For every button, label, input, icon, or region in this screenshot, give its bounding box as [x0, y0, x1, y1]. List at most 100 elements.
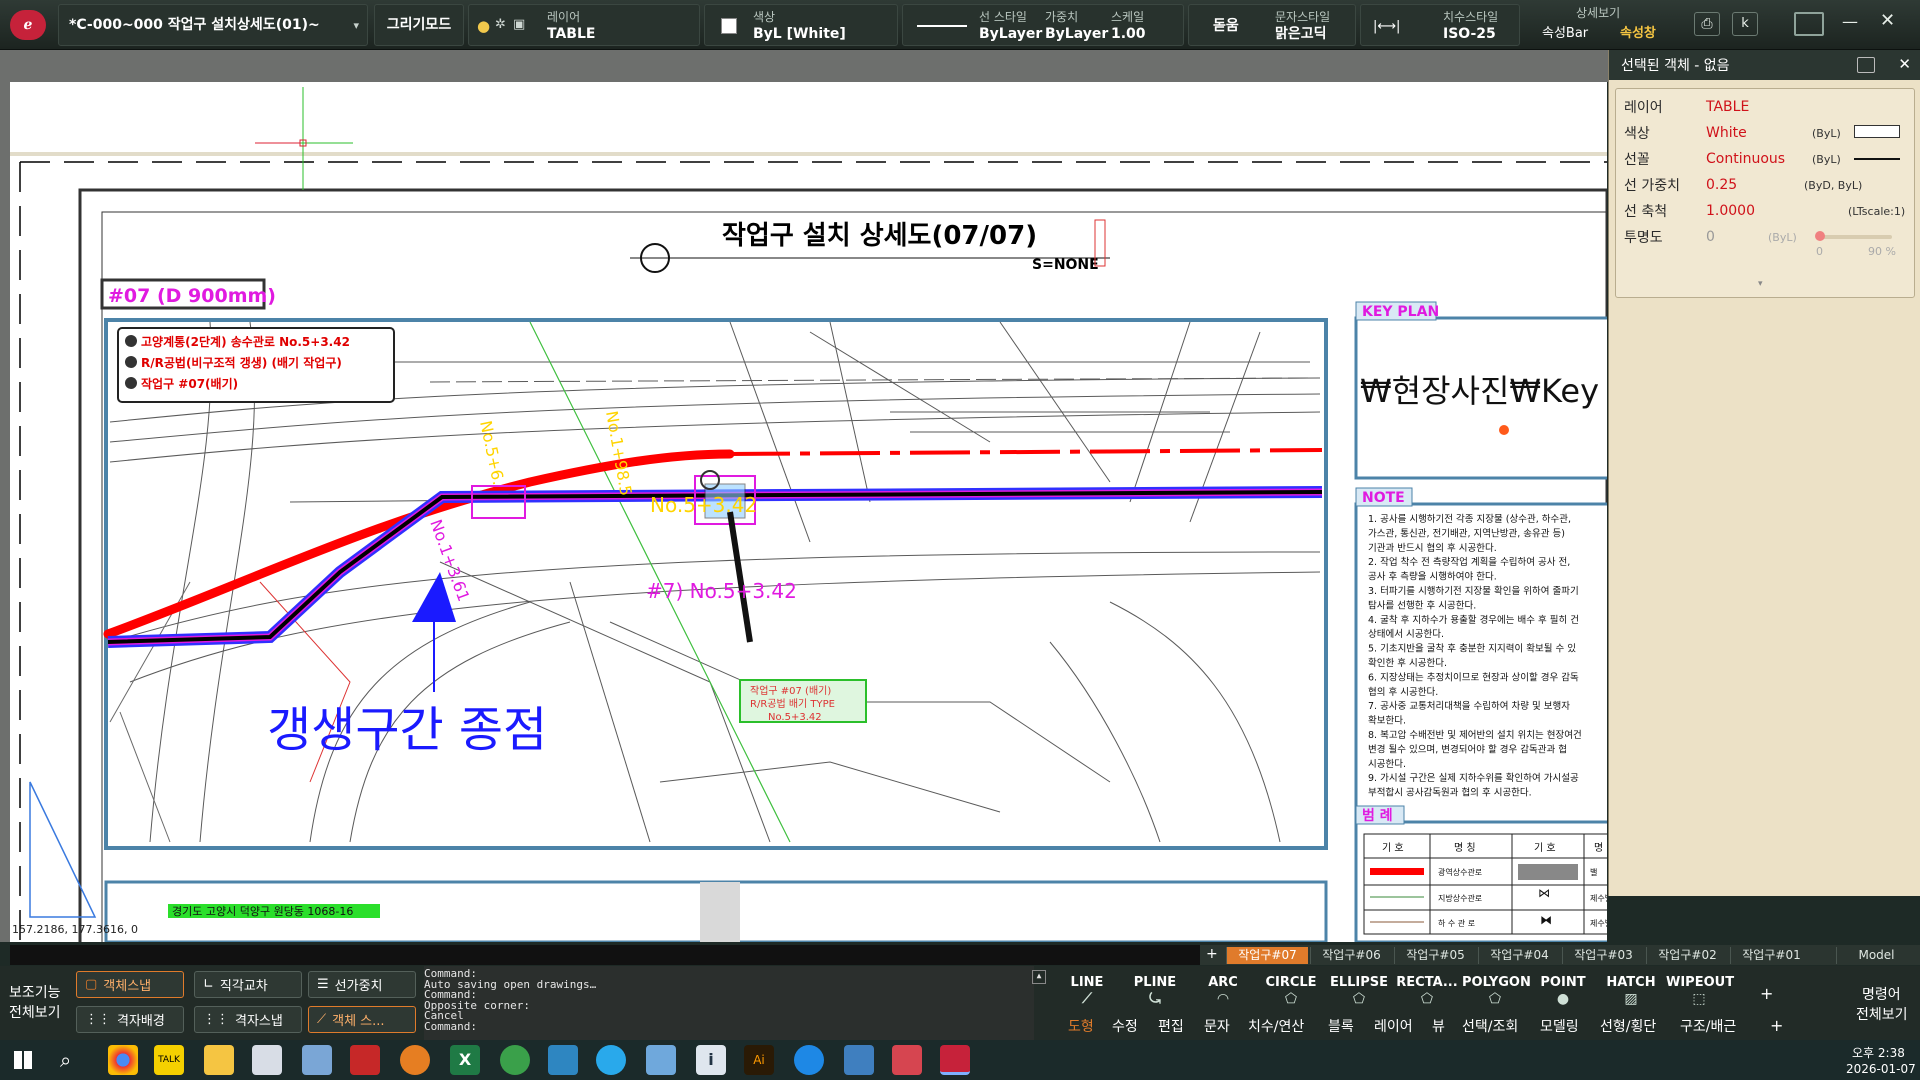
- draw-mode-button[interactable]: 그리기모드: [374, 4, 464, 46]
- screen-icon[interactable]: [1794, 12, 1824, 36]
- command-log[interactable]: Command: Auto saving open drawings… Comm…: [424, 966, 1046, 1040]
- clock-time[interactable]: 오후 2:38: [1852, 1044, 1905, 1061]
- drawing-canvas[interactable]: 작업구 설치 상세도(07/07) S=NONE #07 (D 900mm) N…: [10, 82, 1648, 953]
- key-plan-text: ₩현장사진₩Key: [1360, 372, 1599, 410]
- q-app-icon[interactable]: [500, 1045, 530, 1075]
- category-tab-draw[interactable]: 도형: [1068, 1016, 1094, 1038]
- text-style-selector[interactable]: 돋움 문자스타일 맑은고딕: [1188, 4, 1356, 46]
- close-panel-icon[interactable]: ✕: [1898, 55, 1911, 73]
- prop-row-linetype[interactable]: 선꼴 Continuous: [1624, 147, 1785, 171]
- grid-background-button[interactable]: ⋮⋮ 격자배경: [76, 1006, 184, 1033]
- illustrator-icon[interactable]: Ai: [744, 1045, 774, 1075]
- prop-row-transparency[interactable]: 투명도 0: [1624, 225, 1715, 249]
- category-tab[interactable]: 레이어: [1374, 1016, 1413, 1038]
- scroll-up-icon[interactable]: ▲: [1032, 970, 1046, 984]
- search-icon[interactable]: ⌕: [60, 1048, 71, 1072]
- magnifier-app-icon[interactable]: [400, 1045, 430, 1075]
- tool-pline[interactable]: PLINE ⤿: [1122, 975, 1188, 1013]
- lineweight-button[interactable]: ☰ 선가중치: [308, 971, 416, 998]
- full-view-left[interactable]: 전체보기: [9, 1002, 61, 1022]
- tool-line[interactable]: LINE ⟋: [1054, 975, 1120, 1013]
- category-tab[interactable]: 수정: [1112, 1016, 1138, 1038]
- canvas-hscroll[interactable]: [10, 945, 1200, 965]
- category-tab[interactable]: 선형/횡단: [1600, 1016, 1656, 1038]
- tool-point[interactable]: POINT ●: [1530, 975, 1596, 1013]
- kakaotalk-icon[interactable]: TALK: [154, 1045, 184, 1075]
- edge-icon[interactable]: [794, 1045, 824, 1075]
- add-layout-button[interactable]: +: [1206, 946, 1218, 962]
- layout-tab[interactable]: 작업구#04: [1478, 947, 1560, 964]
- keyboard-icon[interactable]: k: [1732, 12, 1758, 36]
- color-selector[interactable]: 색상 ByL [White]: [704, 4, 898, 46]
- layout-tab[interactable]: 작업구#03: [1562, 947, 1644, 964]
- folder-icon[interactable]: [204, 1045, 234, 1075]
- layout-tab[interactable]: 작업구#02: [1646, 947, 1728, 964]
- minimize-button[interactable]: —: [1842, 12, 1858, 31]
- lightbulb-icon[interactable]: ●: [477, 17, 490, 35]
- app-logo[interactable]: ℯ: [10, 10, 46, 40]
- category-tab[interactable]: 선택/조회: [1462, 1016, 1518, 1038]
- tool-wipeout[interactable]: WIPEOUT ⬚: [1666, 975, 1734, 1013]
- category-tab[interactable]: 모델링: [1540, 1016, 1579, 1038]
- prop-row-lineweight[interactable]: 선 가중치 0.25: [1624, 173, 1737, 197]
- category-tab[interactable]: 치수/연산: [1248, 1016, 1304, 1038]
- add-tool-button[interactable]: +: [1760, 984, 1773, 1003]
- tool-rectangle[interactable]: RECTA... ⬠: [1394, 975, 1460, 1013]
- paint-icon[interactable]: [302, 1045, 332, 1075]
- prop-row-layer[interactable]: 레이어 TABLE: [1624, 95, 1749, 119]
- full-view-right[interactable]: 전체보기: [1856, 1004, 1908, 1024]
- category-tab[interactable]: 뷰: [1432, 1016, 1445, 1038]
- property-window-toggle[interactable]: 속성창: [1620, 26, 1656, 42]
- tool-polygon[interactable]: POLYGON ⬠: [1462, 975, 1531, 1013]
- property-bar-toggle[interactable]: 속성Bar: [1542, 26, 1588, 42]
- excel-icon[interactable]: X: [450, 1045, 480, 1075]
- category-tab[interactable]: 구조/배근: [1680, 1016, 1736, 1038]
- telegram-icon[interactable]: [596, 1045, 626, 1075]
- document-tab[interactable]: *C-000~000 작업구 설치상세도(01)~ ▾: [58, 4, 368, 46]
- category-tab[interactable]: 문자: [1204, 1016, 1230, 1038]
- app-red-icon[interactable]: [350, 1045, 380, 1075]
- category-tab[interactable]: 편집: [1158, 1016, 1184, 1038]
- chevron-down-icon[interactable]: ▾: [353, 19, 359, 32]
- transparency-slider[interactable]: [1814, 231, 1892, 241]
- layout-tab[interactable]: 작업구#07: [1226, 947, 1308, 964]
- drawing-svg[interactable]: 작업구 설치 상세도(07/07) S=NONE #07 (D 900mm) N…: [10, 82, 1648, 953]
- transparency-slider-thumb[interactable]: [1814, 231, 1825, 241]
- tool-ellipse[interactable]: ELLIPSE ⬠: [1326, 975, 1392, 1013]
- object-track-button[interactable]: ⟋ 객체 스...: [308, 1006, 416, 1033]
- layout-tab[interactable]: 작업구#01: [1730, 947, 1812, 964]
- sun-icon[interactable]: ✲: [495, 17, 506, 32]
- layout-tab[interactable]: 작업구#05: [1394, 947, 1476, 964]
- ortho-button[interactable]: ∟ 직각교차: [194, 971, 302, 998]
- expand-arrow-icon[interactable]: ▾: [1758, 279, 1763, 289]
- chrome-icon[interactable]: [108, 1045, 138, 1075]
- notepad-icon[interactable]: [646, 1045, 676, 1075]
- layout-tab[interactable]: Model: [1836, 947, 1916, 964]
- close-window-button[interactable]: ✕: [1880, 10, 1895, 31]
- object-snap-button[interactable]: ▢ 객체스냅: [76, 971, 184, 998]
- calculator-icon[interactable]: [252, 1045, 282, 1075]
- linestyle-selector[interactable]: 선 스타일 ByLayer 가중치 ByLayer 스케일 1.00: [902, 4, 1184, 46]
- cad-app-icon[interactable]: [940, 1045, 970, 1075]
- people-icon[interactable]: [548, 1045, 578, 1075]
- tool-hatch[interactable]: HATCH ▨: [1598, 975, 1664, 1013]
- quick-select-icon[interactable]: [1857, 57, 1875, 73]
- hwp-icon[interactable]: [844, 1045, 874, 1075]
- add-category-button[interactable]: +: [1770, 1016, 1783, 1035]
- dim-style-selector[interactable]: |⟷| 치수스타일 ISO-25: [1360, 4, 1520, 46]
- prop-row-color[interactable]: 색상 White: [1624, 121, 1747, 145]
- category-tab[interactable]: 블록: [1328, 1016, 1354, 1038]
- clock-date[interactable]: 2026-01-07: [1846, 1062, 1916, 1076]
- command-button[interactable]: 명령어: [1862, 984, 1901, 1004]
- lock-icon[interactable]: ▣: [513, 17, 525, 32]
- layout-tab[interactable]: 작업구#06: [1310, 947, 1392, 964]
- game-icon[interactable]: [892, 1045, 922, 1075]
- layer-selector[interactable]: ● ✲ ▣ 레이어 TABLE: [468, 4, 700, 46]
- tool-circle[interactable]: CIRCLE ⬠: [1258, 975, 1324, 1013]
- info-icon[interactable]: i: [696, 1045, 726, 1075]
- grid-snap-button[interactable]: ⋮⋮ 격자스냅: [194, 1006, 302, 1033]
- prop-row-ltscale[interactable]: 선 축척 1.0000: [1624, 199, 1755, 223]
- print-icon[interactable]: ⎙: [1694, 12, 1720, 36]
- windows-start-icon[interactable]: [14, 1051, 32, 1069]
- tool-arc[interactable]: ARC ◠: [1190, 975, 1256, 1013]
